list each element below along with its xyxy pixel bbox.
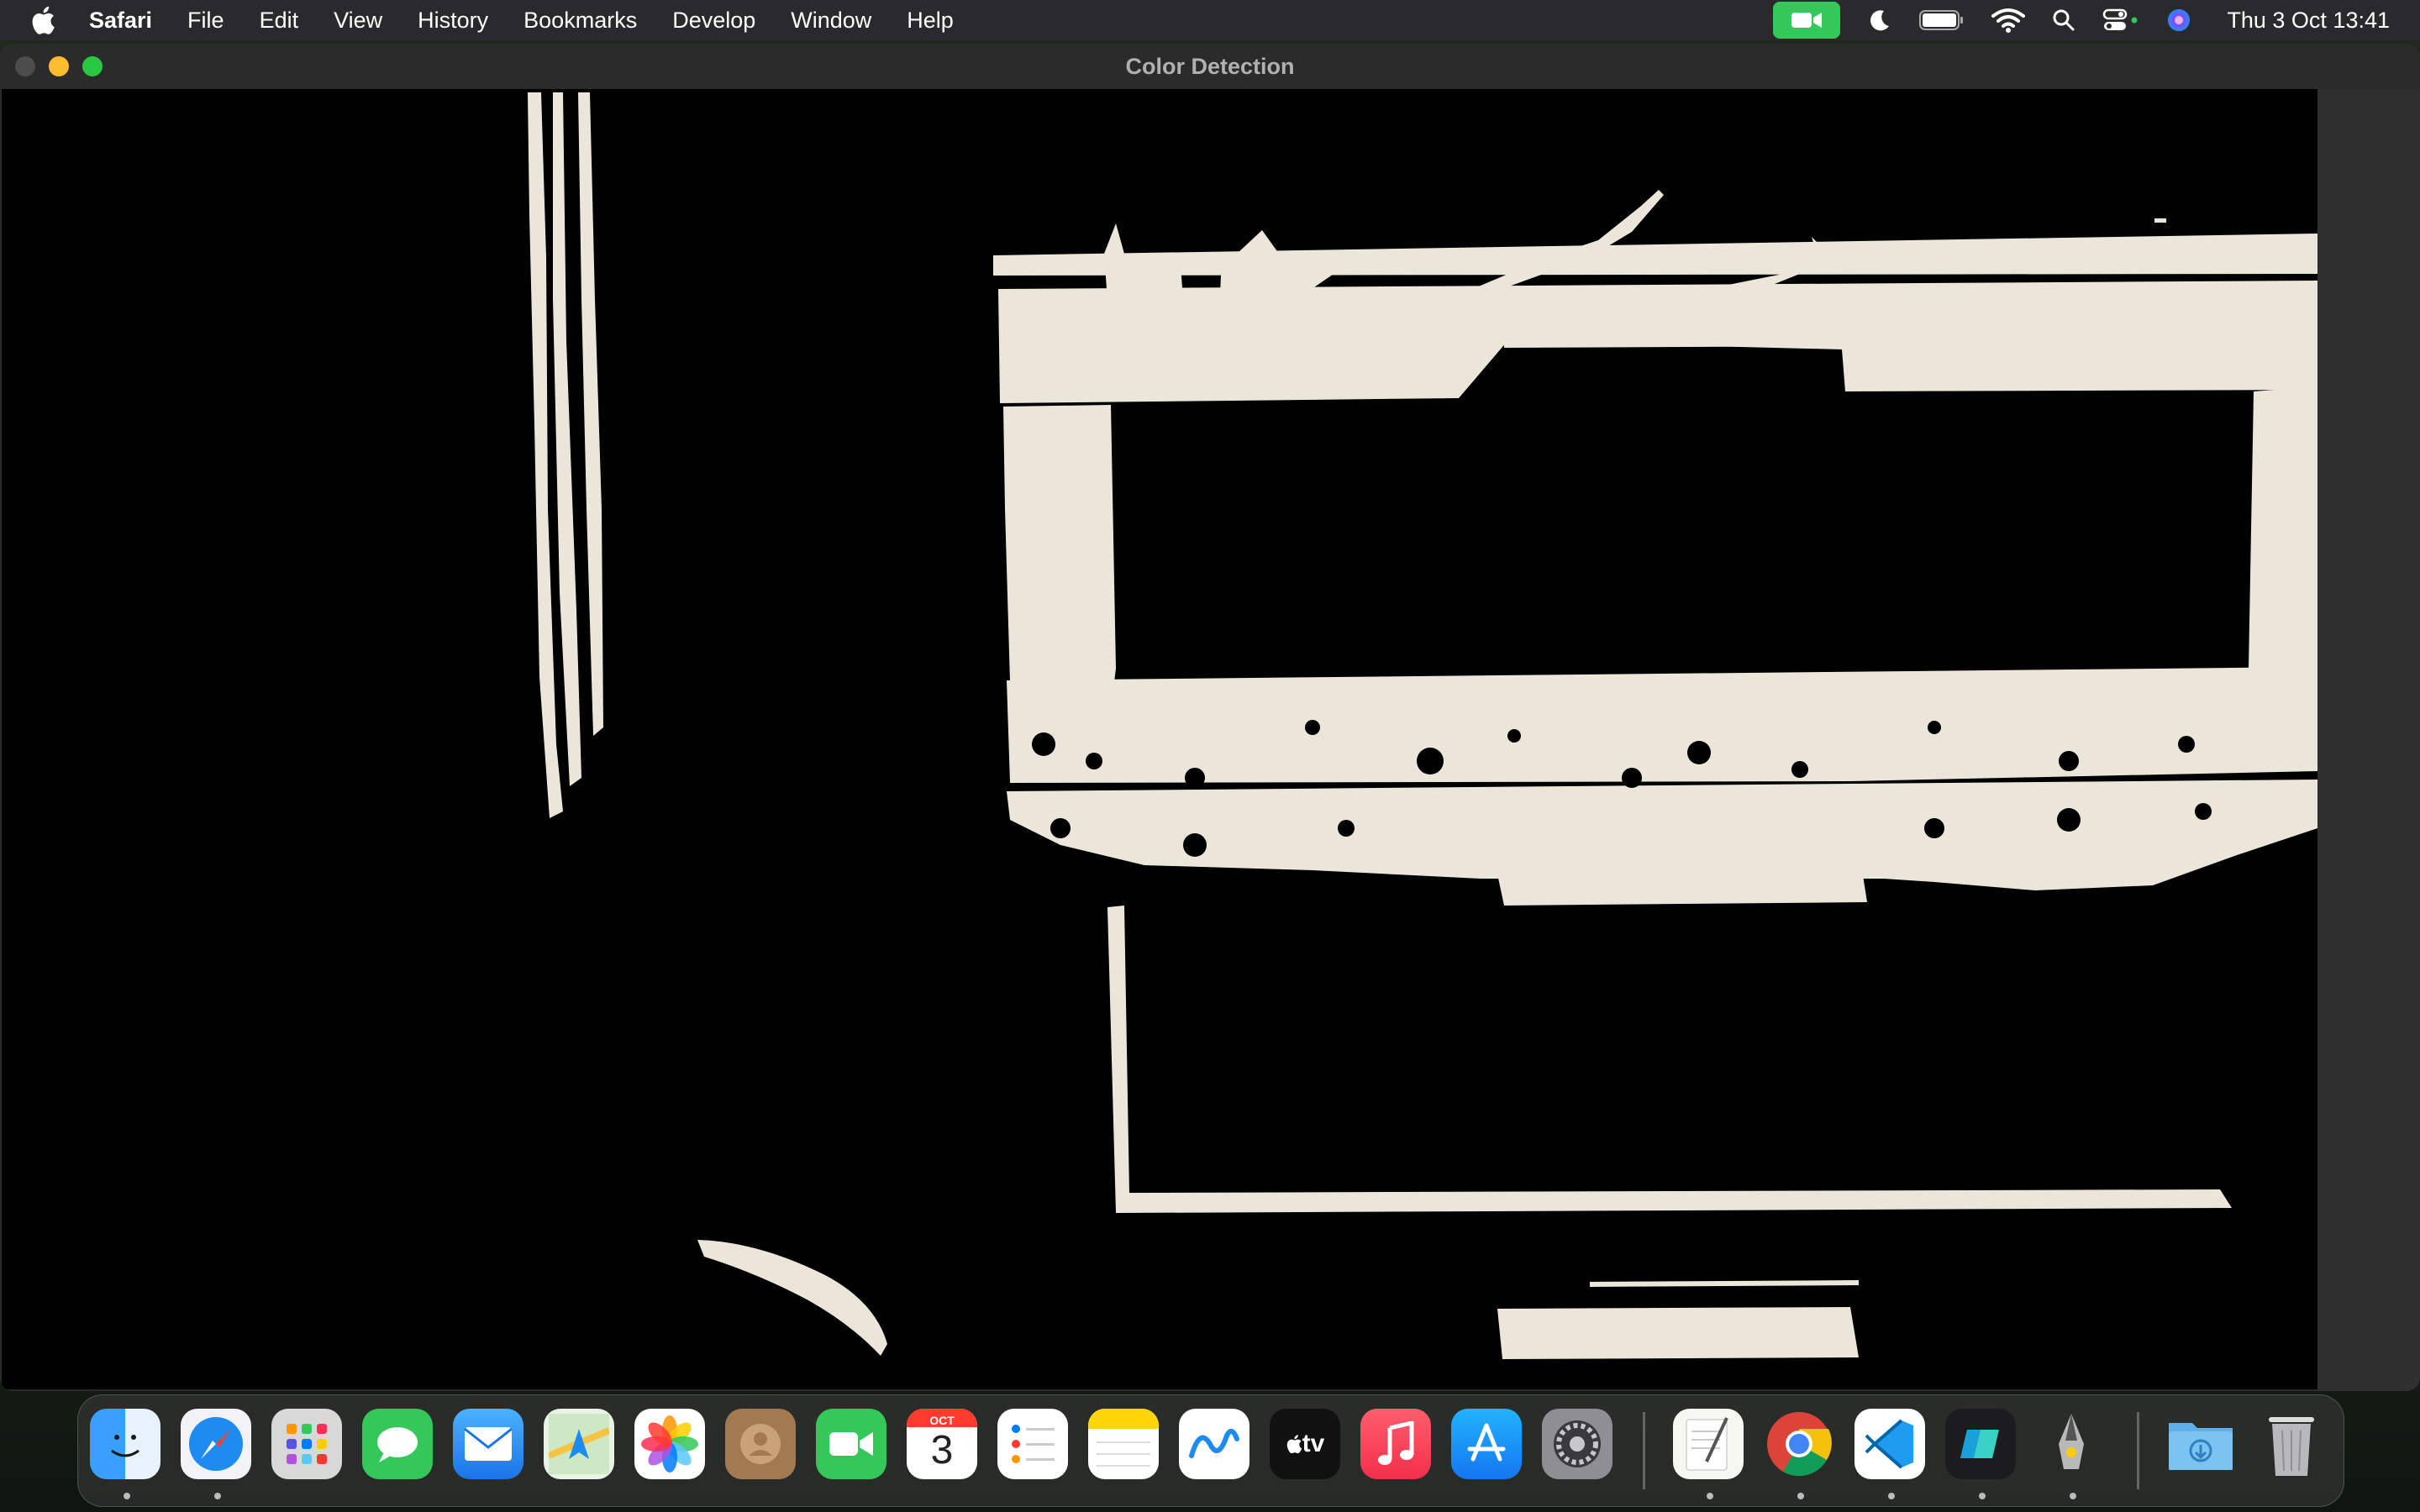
window-title: Color Detection bbox=[1125, 53, 1295, 79]
spotlight-search-icon[interactable] bbox=[2052, 8, 2075, 32]
menu-history[interactable]: History bbox=[418, 8, 488, 34]
minimize-button[interactable] bbox=[49, 56, 69, 76]
system-settings-icon[interactable] bbox=[1542, 1409, 1612, 1479]
menu-app-safari[interactable]: Safari bbox=[89, 8, 152, 34]
ai-app-icon[interactable] bbox=[1945, 1409, 2016, 1479]
chrome-running-dot bbox=[1797, 1493, 1804, 1499]
calendar-month: OCT bbox=[929, 1414, 955, 1427]
freeform-icon[interactable] bbox=[1179, 1409, 1249, 1479]
safari-running-dot bbox=[214, 1493, 221, 1499]
safari-icon[interactable] bbox=[181, 1409, 251, 1479]
trash-icon[interactable] bbox=[2256, 1409, 2327, 1479]
downloads-folder-icon[interactable] bbox=[2165, 1409, 2236, 1479]
menu-file[interactable]: File bbox=[187, 8, 224, 34]
window-titlebar: Color Detection bbox=[0, 44, 2420, 89]
dock: OCT 3 tv bbox=[77, 1394, 2344, 1507]
traffic-lights bbox=[15, 56, 103, 76]
focus-moon-icon[interactable] bbox=[1867, 8, 1892, 33]
ai-app-running-dot bbox=[1979, 1493, 1986, 1499]
close-button[interactable] bbox=[15, 56, 35, 76]
facetime-icon[interactable] bbox=[816, 1409, 886, 1479]
menu-bar: Safari File Edit View History Bookmarks … bbox=[0, 0, 2420, 40]
status-area: Thu 3 Oct 13:41 bbox=[1760, 0, 2420, 40]
apple-menu-icon[interactable] bbox=[30, 3, 60, 37]
textedit-icon[interactable] bbox=[1673, 1409, 1744, 1479]
apple-tv-icon[interactable]: tv bbox=[1270, 1409, 1340, 1479]
menu-clock[interactable]: Thu 3 Oct 13:41 bbox=[2227, 8, 2390, 34]
messages-icon[interactable] bbox=[362, 1409, 433, 1479]
menu-edit[interactable]: Edit bbox=[260, 8, 299, 34]
color-mask-image bbox=[2, 89, 2317, 1389]
safari-window: Color Detection bbox=[0, 44, 2420, 1391]
calendar-day: 3 bbox=[930, 1428, 954, 1473]
script-editor-running-dot bbox=[2070, 1493, 2076, 1499]
calendar-icon[interactable]: OCT 3 bbox=[907, 1409, 977, 1479]
apple-logo-icon bbox=[1286, 1435, 1302, 1454]
menu-help[interactable]: Help bbox=[907, 8, 954, 34]
wifi-icon[interactable] bbox=[1991, 8, 2026, 33]
chrome-icon[interactable] bbox=[1764, 1409, 1834, 1479]
vscode-icon[interactable] bbox=[1854, 1409, 1925, 1479]
textedit-running-dot bbox=[1707, 1493, 1713, 1499]
music-icon[interactable] bbox=[1360, 1409, 1431, 1479]
finder-icon[interactable] bbox=[90, 1409, 160, 1479]
control-center-icon[interactable] bbox=[2102, 8, 2139, 33]
camera-in-use-icon[interactable] bbox=[1773, 2, 1841, 39]
dock-separator-2 bbox=[2137, 1412, 2139, 1489]
script-editor-icon[interactable] bbox=[2036, 1409, 2107, 1479]
reminders-icon[interactable] bbox=[997, 1409, 1068, 1479]
apple-tv-label: tv bbox=[1302, 1430, 1325, 1457]
menu-view[interactable]: View bbox=[334, 8, 382, 34]
dock-separator bbox=[1643, 1412, 1645, 1489]
siri-icon[interactable] bbox=[2166, 8, 2191, 33]
color-detection-mask-view bbox=[2, 89, 2317, 1389]
window-side-strip bbox=[2317, 89, 2420, 1391]
battery-icon[interactable] bbox=[1919, 9, 1965, 31]
vscode-running-dot bbox=[1888, 1493, 1895, 1499]
photos-icon[interactable] bbox=[634, 1409, 705, 1479]
zoom-button[interactable] bbox=[82, 56, 103, 76]
menu-bookmarks[interactable]: Bookmarks bbox=[523, 8, 637, 34]
contacts-icon[interactable] bbox=[725, 1409, 796, 1479]
mail-icon[interactable] bbox=[453, 1409, 523, 1479]
menu-develop[interactable]: Develop bbox=[672, 8, 755, 34]
finder-running-dot bbox=[124, 1493, 130, 1499]
maps-icon[interactable] bbox=[544, 1409, 614, 1479]
launchpad-icon[interactable] bbox=[271, 1409, 342, 1479]
menu-window[interactable]: Window bbox=[791, 8, 871, 34]
app-store-icon[interactable] bbox=[1451, 1409, 1522, 1479]
notes-icon[interactable] bbox=[1088, 1409, 1159, 1479]
